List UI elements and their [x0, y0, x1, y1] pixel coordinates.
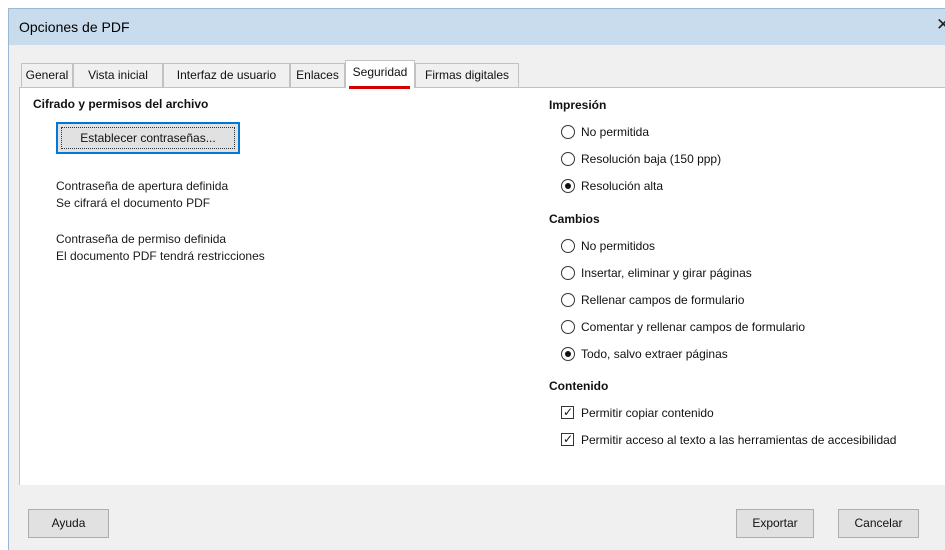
- cancel-button[interactable]: Cancelar: [838, 509, 919, 538]
- checkmark-icon: ✓: [563, 405, 574, 419]
- tab-enlaces[interactable]: Enlaces: [290, 63, 345, 87]
- radio-button[interactable]: [561, 125, 575, 139]
- close-icon[interactable]: ✕: [936, 16, 945, 33]
- option-label: Resolución baja (150 ppp): [581, 152, 722, 166]
- option-label: Permitir copiar contenido: [581, 406, 714, 420]
- tab-seguridad[interactable]: Seguridad: [345, 60, 415, 88]
- active-tab-indicator: [349, 86, 410, 89]
- encryption-heading: Cifrado y permisos del archivo: [33, 97, 209, 111]
- tab-firmas-digitales[interactable]: Firmas digitales: [415, 63, 519, 87]
- option-label: Todo, salvo extraer páginas: [581, 347, 728, 361]
- radio-button[interactable]: [561, 152, 575, 166]
- radio-button[interactable]: [561, 266, 575, 280]
- content-heading: Contenido: [549, 379, 609, 393]
- pdf-options-dialog: Opciones de PDF ✕ General Vista inicial …: [8, 8, 945, 550]
- dialog-title: Opciones de PDF: [19, 19, 130, 35]
- security-panel: Cifrado y permisos del archivo Establece…: [19, 87, 945, 485]
- option-label: No permitida: [581, 125, 650, 139]
- option-label: Resolución alta: [581, 179, 664, 193]
- radio-button-selected[interactable]: [561, 347, 575, 361]
- restrictions-status: El documento PDF tendrá restricciones: [56, 249, 265, 263]
- radio-button[interactable]: [561, 320, 575, 334]
- permission-password-status: Contraseña de permiso definida: [56, 232, 227, 246]
- set-passwords-label: Establecer contraseñas...: [80, 131, 216, 145]
- encrypt-status: Se cifrará el documento PDF: [56, 196, 211, 210]
- checkbox[interactable]: ✓: [561, 405, 574, 419]
- checkbox[interactable]: ✓: [561, 432, 574, 446]
- help-button[interactable]: Ayuda: [28, 509, 109, 538]
- printing-heading: Impresión: [549, 98, 607, 112]
- option-label: Comentar y rellenar campos de formulario: [581, 320, 806, 334]
- tab-interfaz-de-usuario[interactable]: Interfaz de usuario: [163, 63, 290, 87]
- checkmark-icon: ✓: [563, 432, 574, 446]
- export-button[interactable]: Exportar: [736, 509, 814, 538]
- tab-general[interactable]: General: [21, 63, 73, 87]
- title-bar[interactable]: Opciones de PDF ✕: [9, 9, 945, 45]
- option-label: Permitir acceso al texto a las herramien…: [581, 433, 897, 447]
- set-passwords-button[interactable]: Establecer contraseñas...: [56, 122, 240, 154]
- option-label: Rellenar campos de formulario: [581, 293, 745, 307]
- radio-button[interactable]: [561, 239, 575, 253]
- open-password-status: Contraseña de apertura definida: [56, 179, 229, 193]
- tab-vista-inicial[interactable]: Vista inicial: [73, 63, 163, 87]
- radio-button[interactable]: [561, 293, 575, 307]
- option-label: Insertar, eliminar y girar páginas: [581, 266, 752, 280]
- radio-button-selected[interactable]: [561, 179, 575, 193]
- changes-heading: Cambios: [549, 212, 600, 226]
- option-label: No permitidos: [581, 239, 656, 253]
